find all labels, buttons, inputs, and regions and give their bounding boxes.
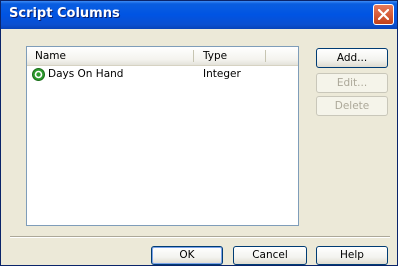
delete-button[interactable]: Delete	[316, 96, 388, 116]
row-type: Integer	[203, 68, 241, 80]
help-button[interactable]: Help	[316, 246, 388, 265]
column-header-name[interactable]: Name	[35, 50, 66, 62]
close-button[interactable]	[373, 4, 394, 25]
script-columns-dialog: Script Columns Name Type Days On Hand In…	[0, 0, 398, 266]
integer-column-icon	[32, 68, 45, 81]
list-header: Name Type	[27, 47, 298, 66]
window-title: Script Columns	[9, 6, 120, 21]
script-columns-list[interactable]: Name Type Days On Hand Integer	[26, 46, 299, 226]
cancel-button[interactable]: Cancel	[233, 246, 307, 265]
title-bar[interactable]: Script Columns	[1, 1, 397, 29]
ok-button[interactable]: OK	[151, 246, 223, 265]
column-divider[interactable]	[265, 50, 266, 62]
edit-button[interactable]: Edit...	[316, 73, 388, 93]
add-button[interactable]: Add...	[316, 48, 388, 68]
column-header-type[interactable]: Type	[203, 50, 227, 62]
row-name: Days On Hand	[48, 68, 124, 80]
column-divider[interactable]	[193, 50, 194, 62]
footer-separator	[10, 236, 390, 238]
close-icon	[378, 9, 389, 20]
list-item[interactable]: Days On Hand Integer	[27, 67, 298, 83]
